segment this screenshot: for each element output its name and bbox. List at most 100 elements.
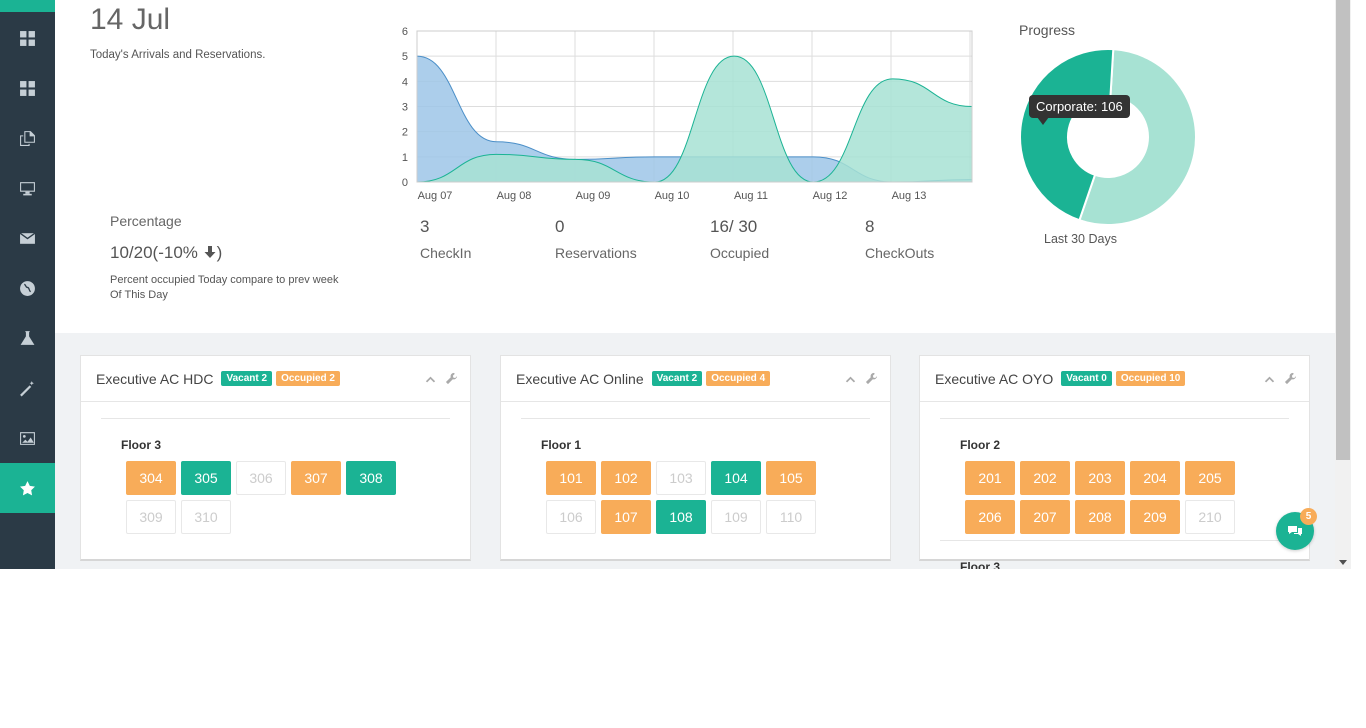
room-208[interactable]: 208 <box>1075 500 1125 534</box>
room-109[interactable]: 109 <box>711 500 761 534</box>
chat-count-badge: 5 <box>1300 508 1317 525</box>
room-308[interactable]: 308 <box>346 461 396 495</box>
sidebar-item-magic[interactable] <box>0 366 55 410</box>
wrench-icon[interactable] <box>1284 372 1297 385</box>
percentage-number: 10/20(-10% <box>110 243 198 262</box>
sidebar-item-lab[interactable] <box>0 316 55 360</box>
room-102[interactable]: 102 <box>601 461 651 495</box>
sidebar <box>0 0 55 569</box>
room-107[interactable]: 107 <box>601 500 651 534</box>
room-307[interactable]: 307 <box>291 461 341 495</box>
room-101[interactable]: 101 <box>546 461 596 495</box>
copy-icon <box>20 130 35 146</box>
panel-header: Executive AC Online Vacant 2 Occupied 4 <box>501 356 890 402</box>
sidebar-item-dashboard[interactable] <box>0 16 55 60</box>
vacant-badge: Vacant 2 <box>651 371 703 386</box>
stat-checkouts-label: CheckOuts <box>865 245 935 261</box>
wrench-icon[interactable] <box>445 372 458 385</box>
y-tick: 5 <box>402 51 408 63</box>
stat-checkouts: 8 CheckOuts <box>865 217 934 261</box>
chevron-up-icon[interactable] <box>1263 372 1276 385</box>
room-grid: 304 305 306 307 308 309 310 <box>126 461 426 534</box>
room-105[interactable]: 105 <box>766 461 816 495</box>
room-103[interactable]: 103 <box>656 461 706 495</box>
stat-reservations-label: Reservations <box>555 245 637 261</box>
percentage-description: Percent occupied Today compare to prev w… <box>110 274 339 301</box>
room-grid: 101 102 103 104 105 106 107 108 109 110 <box>546 461 846 534</box>
room-106[interactable]: 106 <box>546 500 596 534</box>
stat-checkin-value: 3 <box>420 217 430 236</box>
x-tick: Aug 10 <box>655 190 690 202</box>
room-panels-section: Executive AC HDC Vacant 2 Occupied 2 Flo… <box>55 333 1335 569</box>
x-tick: Aug 13 <box>892 190 927 202</box>
x-tick: Aug 09 <box>576 190 611 202</box>
stat-checkouts-value: 8 <box>865 217 875 236</box>
donut-tooltip-text: Corporate: 106 <box>1036 99 1123 114</box>
room-210[interactable]: 210 <box>1185 500 1235 534</box>
room-304[interactable]: 304 <box>126 461 176 495</box>
page-scrollbar[interactable] <box>1335 0 1351 569</box>
panel-header: Executive AC OYO Vacant 0 Occupied 10 <box>920 356 1309 402</box>
y-tick: 2 <box>402 127 408 139</box>
scroll-down-arrow[interactable] <box>1339 560 1347 565</box>
y-tick: 4 <box>402 76 408 88</box>
room-104[interactable]: 104 <box>711 461 761 495</box>
stat-occupied: 16/ 30 Occupied <box>710 217 769 261</box>
progress-title: Progress <box>1019 22 1076 38</box>
chevron-up-icon[interactable] <box>844 372 857 385</box>
room-panel-online: Executive AC Online Vacant 2 Occupied 4 … <box>500 355 891 561</box>
room-207[interactable]: 207 <box>1020 500 1070 534</box>
vacant-badge: Vacant 2 <box>221 371 273 386</box>
sidebar-item-globe[interactable] <box>0 266 55 310</box>
globe-icon <box>20 280 35 296</box>
panel-title: Executive AC OYO <box>935 370 1054 387</box>
panel-header: Executive AC HDC Vacant 2 Occupied 2 <box>81 356 470 402</box>
room-110[interactable]: 110 <box>766 500 816 534</box>
sidebar-item-desktop[interactable] <box>0 166 55 210</box>
room-306[interactable]: 306 <box>236 461 286 495</box>
room-204[interactable]: 204 <box>1130 461 1180 495</box>
date-subtitle: Today's Arrivals and Reservations. <box>90 49 266 61</box>
stat-reservations: 0 Reservations <box>555 217 637 261</box>
room-310[interactable]: 310 <box>181 500 231 534</box>
chevron-up-icon[interactable] <box>424 372 437 385</box>
percentage-close: ) <box>216 243 223 262</box>
percentage-value: 10/20(-10% ) <box>110 243 222 263</box>
room-202[interactable]: 202 <box>1020 461 1070 495</box>
room-209[interactable]: 209 <box>1130 500 1180 534</box>
vacant-badge: Vacant 0 <box>1061 371 1112 386</box>
sidebar-item-favorites[interactable] <box>0 463 55 513</box>
occupied-badge: Occupied 2 <box>276 371 340 386</box>
dashboard-icon <box>20 30 35 46</box>
sidebar-top-accent <box>0 0 55 12</box>
room-206[interactable]: 206 <box>965 500 1015 534</box>
sidebar-item-gallery[interactable] <box>0 416 55 460</box>
panel-divider <box>940 540 1289 541</box>
y-tick: 3 <box>402 102 408 114</box>
dashboard-alt-icon <box>20 80 35 96</box>
desktop-icon <box>20 181 35 195</box>
room-309[interactable]: 309 <box>126 500 176 534</box>
donut-tooltip: Corporate: 106 <box>1029 95 1130 125</box>
sidebar-item-dashboard-alt[interactable] <box>0 66 55 110</box>
scrollbar-thumb[interactable] <box>1336 0 1350 460</box>
room-305[interactable]: 305 <box>181 461 231 495</box>
progress-donut-chart <box>1019 48 1197 226</box>
sidebar-item-copy[interactable] <box>0 116 55 160</box>
sidebar-item-mail[interactable] <box>0 216 55 260</box>
occupied-badge: Occupied 10 <box>1115 371 1186 386</box>
comments-icon <box>1288 526 1302 536</box>
y-tick: 6 <box>402 26 408 38</box>
summary-section: 14 Jul Today's Arrivals and Reservations… <box>55 0 1335 333</box>
room-108[interactable]: 108 <box>656 500 706 534</box>
y-tick: 1 <box>402 152 408 164</box>
room-205[interactable]: 205 <box>1185 461 1235 495</box>
x-tick: Aug 12 <box>813 190 848 202</box>
wrench-icon[interactable] <box>865 372 878 385</box>
room-203[interactable]: 203 <box>1075 461 1125 495</box>
panel-divider <box>101 418 450 419</box>
stat-checkin: 3 CheckIn <box>420 217 471 261</box>
panel-title: Executive AC Online <box>516 370 644 387</box>
room-201[interactable]: 201 <box>965 461 1015 495</box>
occupied-badge: Occupied 4 <box>706 371 771 386</box>
